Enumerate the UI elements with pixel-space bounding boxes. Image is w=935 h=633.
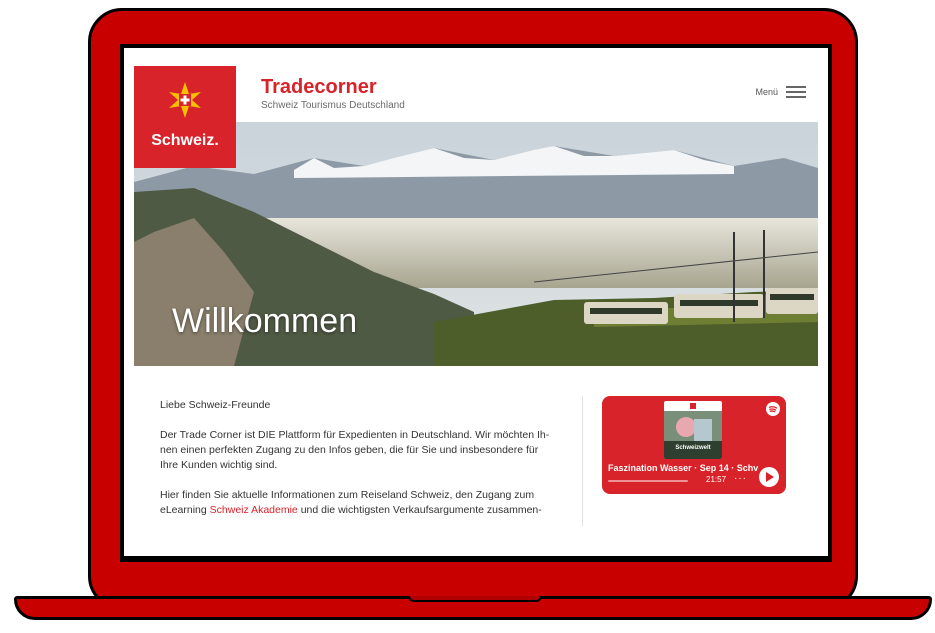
schweiz-logo[interactable]: Schweiz. — [134, 66, 236, 168]
intro-text: Liebe Schweiz-Freunde Der Trade Corner i… — [160, 398, 556, 533]
episode-duration: 21:57 — [706, 475, 727, 484]
menu-label: Menü — [755, 87, 778, 97]
logo-text: Schweiz. — [151, 132, 219, 149]
edelweiss-icon — [169, 82, 201, 118]
hero-banner: Willkommen — [134, 122, 818, 366]
intro-paragraph: Der Trade Corner ist DIE Plattform für E… — [160, 429, 550, 471]
site-header: Schweiz. Tradecorner Schweiz Tourismus D… — [134, 66, 818, 168]
info-text-end: und die wichtigsten Verkaufsargumente zu… — [300, 504, 542, 516]
hero-title: Willkommen — [172, 302, 358, 340]
podcast-cover: Schweizwelt — [664, 401, 722, 459]
info-paragraph: Hier finden Sie aktuelle Informationen z… — [160, 488, 556, 518]
greeting: Liebe Schweiz-Freunde — [160, 399, 271, 411]
episode-title: Faszination Wasser · Sep 14 · Schv — [608, 463, 759, 473]
play-button[interactable] — [759, 467, 779, 487]
menu-button[interactable]: Menü — [755, 86, 806, 98]
laptop-screen: Schweiz. Tradecorner Schweiz Tourismus D… — [120, 44, 832, 562]
spotify-icon — [766, 402, 780, 416]
site-title[interactable]: Tradecorner — [261, 76, 377, 99]
hamburger-icon — [786, 86, 806, 98]
schweiz-akademie-link[interactable]: Schweiz Akademie — [210, 504, 298, 516]
spotify-player[interactable]: Schweizwelt Faszination Wasser · Sep 14 … — [602, 396, 786, 494]
cover-text: Schweizwelt — [675, 445, 711, 451]
laptop-notch — [408, 596, 542, 602]
site-subtitle: Schweiz Tourismus Deutschland — [261, 100, 405, 111]
column-divider — [582, 396, 583, 526]
progress-bar[interactable] — [608, 480, 688, 482]
browser-viewport: Schweiz. Tradecorner Schweiz Tourismus D… — [124, 48, 828, 556]
more-options-icon[interactable]: ··· — [734, 473, 747, 484]
